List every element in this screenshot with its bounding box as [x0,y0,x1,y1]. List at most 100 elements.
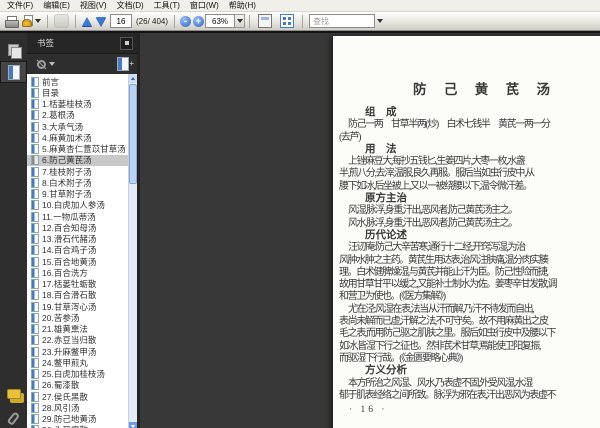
save-button[interactable] [20,13,43,29]
bookmark-item[interactable]: 23.升麻鳖甲汤 [27,346,129,357]
bookmark-label: 28.风引汤 [42,402,80,413]
attachments-panel-button[interactable] [0,407,27,428]
bookmark-icon [31,324,39,335]
panel-close-button[interactable] [120,36,133,50]
pages-panel-button[interactable] [0,39,27,61]
document-text-line: 原方主治 [365,193,407,205]
fit-page-button[interactable] [276,13,298,29]
options-caret-icon[interactable] [49,62,55,66]
bookmark-label: 29.防己地黄汤 [42,414,97,425]
bookmark-item[interactable]: 8.白术附子汤 [27,177,129,188]
bookmark-item[interactable]: 9.甘草附子汤 [27,189,129,200]
bookmark-item[interactable]: 22.赤豆当归散 [27,335,129,346]
save-dropdown-caret-icon[interactable] [35,19,41,23]
bookmark-icon [31,144,39,155]
bookmarks-panel-button[interactable] [0,61,27,83]
new-bookmark-button[interactable] [117,57,134,71]
menu-item[interactable]: 文件(F) [2,0,38,11]
bookmark-icon [31,267,39,278]
bookmark-item[interactable]: 28.风引汤 [27,402,129,413]
bookmark-item[interactable]: 16.百合洗方 [27,267,129,278]
bookmark-item[interactable]: 7.桂枝附子汤 [27,166,129,177]
bookmark-item[interactable]: 4.麻黄加术汤 [27,132,129,143]
bookmark-icon [31,121,39,132]
bookmark-item[interactable]: 2.葛根汤 [27,110,129,121]
bookmark-icon [31,245,39,256]
bookmark-item[interactable]: 目录 [27,87,129,98]
document-text-line: 理。白术健脾燥湿,与黄芪并能止汗为臣。防己性险而捷, [339,266,549,278]
fit-width-icon [258,14,273,28]
scroll-up-button[interactable] [129,74,137,83]
menu-item[interactable]: 工具(T) [149,0,185,11]
bookmark-label: 9.甘草附子汤 [42,189,92,200]
bookmark-icon [31,357,39,368]
document-view[interactable]: 防 己 黄 芪 汤 组 成 防己一两 甘草半两(炒) 白术七钱半 黄芪一两一分 … [140,33,600,428]
bookmark-item[interactable]: 6.防己黄芪汤 [27,154,129,166]
next-page-icon [96,16,106,26]
page-number-input[interactable] [110,14,132,28]
document-text-line: 尤在泾:风湿在表,法当从汗而解,乃汗不待发而自出, [348,303,535,315]
zoom-dropdown-button[interactable] [235,14,246,28]
bookmark-item[interactable]: 25.白虎加桂枝汤 [27,369,129,380]
zoom-out-button[interactable]: - [180,15,192,27]
fit-width-button[interactable] [254,13,276,29]
find-input[interactable] [309,14,376,28]
close-icon [124,41,129,45]
menu-item[interactable]: 编辑(E) [38,0,75,11]
menu-item[interactable]: 窗口(W) [185,0,224,11]
bookmark-item[interactable]: 前言 [27,76,129,87]
bookmark-item[interactable]: 3.大承气汤 [27,121,129,132]
bookmark-label: 前言 [42,76,60,87]
comments-panel-button[interactable] [0,385,27,407]
bookmark-item[interactable]: 15.百合地黄汤 [27,256,129,267]
bookmark-item[interactable]: 10.白虎加人参汤 [27,200,129,211]
find-dropdown-caret-icon[interactable] [377,19,384,23]
bookmark-label: 22.赤豆当归散 [42,335,97,346]
bookmark-label: 17.栝蒌牡蛎散 [42,279,97,290]
bookmark-item[interactable]: 29.防己地黄汤 [27,414,129,425]
bookmark-item[interactable]: 19.甘草泻心汤 [27,301,129,312]
bookmark-item[interactable]: 11.一物瓜蒂汤 [27,211,129,222]
bookmark-item[interactable]: 12.百合知母汤 [27,222,129,233]
document-text-line: 汪讱庵:防己大辛苦寒,通行十二经,开窍泻湿,为治 [348,242,526,254]
next-page-button[interactable] [94,13,108,29]
bookmark-item[interactable]: 1.栝蒌桂枝汤 [27,99,129,110]
zoom-level-field[interactable]: 63% [205,14,236,28]
bookmark-item[interactable]: 27.侯氏黑散 [27,391,129,402]
bookmark-icon [31,346,39,357]
bookmark-icon [31,301,39,312]
fit-page-icon [280,14,295,28]
scroll-down-button[interactable] [129,422,137,428]
bookmark-icon [31,290,39,301]
bookmark-item[interactable]: 18.百合滑石散 [27,290,129,301]
bookmark-icon [31,110,39,121]
document-text-line: 用 法 [365,143,397,155]
menu-item[interactable]: 文档(D) [112,0,149,11]
bookmark-item[interactable]: 14.百合鸡子汤 [27,245,129,256]
bookmark-item[interactable]: 5.麻黄杏仁薏苡甘草汤 [27,144,129,155]
scrollbar-thumb[interactable] [129,84,137,184]
bookmarks-panel: 书签 前言 [27,33,140,428]
bookmark-item[interactable]: 13.滑石代赭汤 [27,234,129,245]
menu-item[interactable]: 视图(V) [75,0,112,11]
bookmark-item[interactable]: 17.栝蒌牡蛎散 [27,279,129,290]
print-button[interactable] [3,13,20,29]
bookmark-label: 23.升麻鳖甲汤 [42,346,97,357]
bookmark-icon [31,234,39,245]
menu-item[interactable]: 帮助(H) [224,0,261,11]
zoom-in-button[interactable]: + [193,15,205,27]
bookmark-item[interactable]: 21.雄黄熏法 [27,324,129,335]
bookmark-label: 3.大承气汤 [42,121,84,132]
bookmark-icon [31,87,39,98]
options-gear-icon[interactable] [37,59,46,69]
bookmark-item[interactable]: 24.鳖甲煎丸 [27,357,129,368]
bookmark-icon [31,166,39,177]
bookmark-scrollbar[interactable] [128,74,137,428]
previous-page-button[interactable] [80,13,94,29]
bookmark-icon [31,189,39,200]
menu-bar: 文件(F) 编辑(E) 视图(V) 文档(D) 工具(T) 窗口(W) 帮助(H… [0,0,600,12]
bookmark-item[interactable]: 20.苦参汤 [27,312,129,323]
bookmark-item[interactable]: 26.蜀漆散 [27,380,129,391]
bookmark-label: 1.栝蒌桂枝汤 [42,99,92,110]
bookmark-icon [31,155,39,166]
